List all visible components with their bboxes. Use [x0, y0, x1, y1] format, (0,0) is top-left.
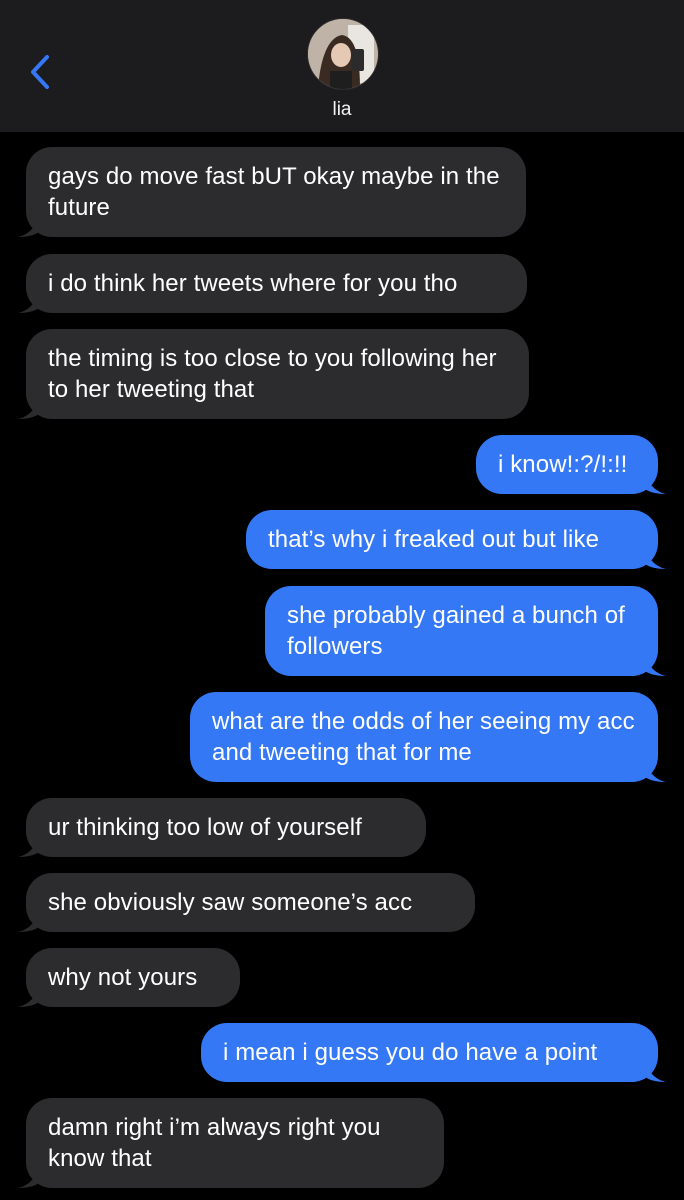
message-bubble-incoming[interactable]: i do think her tweets where for you tho — [18, 254, 527, 313]
message-text: why not yours — [48, 964, 198, 991]
message-text: damn right i’m always right you know tha… — [48, 1114, 381, 1172]
bubble-tail — [18, 910, 40, 932]
message-text: i mean i guess you do have a point — [223, 1039, 598, 1066]
message-bubble-outgoing[interactable]: i know!:?/!:!! — [476, 435, 666, 494]
message-text: that’s why i freaked out but like — [268, 526, 600, 553]
bubble-tail — [644, 547, 666, 569]
message-bubble-incoming[interactable]: damn right i’m always right you know tha… — [18, 1098, 444, 1188]
message-bubble-incoming[interactable]: ur thinking too low of yourself — [18, 798, 426, 857]
message-text: she obviously saw someone’s acc — [48, 889, 413, 916]
message-text: ur thinking too low of yourself — [48, 814, 362, 841]
conversation-header: lia — [0, 0, 684, 132]
message-text: i know!:?/!:!! — [498, 451, 628, 478]
bubble-tail — [18, 397, 40, 419]
bubble-tail — [18, 985, 40, 1007]
message-text: the timing is too close to you following… — [48, 345, 497, 403]
message-text: i do think her tweets where for you tho — [48, 270, 458, 297]
message-bubble-incoming[interactable]: she obviously saw someone’s acc — [18, 873, 475, 932]
message-text: gays do move fast bUT okay maybe in the … — [48, 163, 500, 221]
message-bubble-outgoing[interactable]: i mean i guess you do have a point — [201, 1023, 666, 1082]
bubble-tail — [18, 835, 40, 857]
bubble-tail — [18, 291, 40, 313]
message-bubble-incoming[interactable]: gays do move fast bUT okay maybe in the … — [18, 147, 526, 237]
message-bubble-incoming[interactable]: the timing is too close to you following… — [18, 329, 529, 419]
bubble-tail — [644, 654, 666, 676]
bubble-tail — [18, 215, 40, 237]
message-text: what are the odds of her seeing my acc a… — [212, 708, 635, 766]
message-bubble-incoming[interactable]: why not yours — [18, 948, 240, 1007]
bubble-tail — [18, 1166, 40, 1188]
avatar-photo — [308, 19, 378, 89]
bubble-tail — [644, 472, 666, 494]
message-bubble-outgoing[interactable]: she probably gained a bunch of followers — [265, 586, 666, 676]
contact-avatar[interactable] — [307, 18, 379, 90]
message-bubble-outgoing[interactable]: what are the odds of her seeing my acc a… — [190, 692, 666, 782]
message-bubble-outgoing[interactable]: that’s why i freaked out but like — [246, 510, 666, 569]
bubble-tail — [644, 760, 666, 782]
chevron-left-icon — [31, 55, 49, 89]
message-text: she probably gained a bunch of followers — [287, 602, 625, 660]
contact-name[interactable]: lia — [0, 99, 684, 121]
back-button[interactable] — [22, 50, 58, 94]
bubble-tail — [644, 1060, 666, 1082]
